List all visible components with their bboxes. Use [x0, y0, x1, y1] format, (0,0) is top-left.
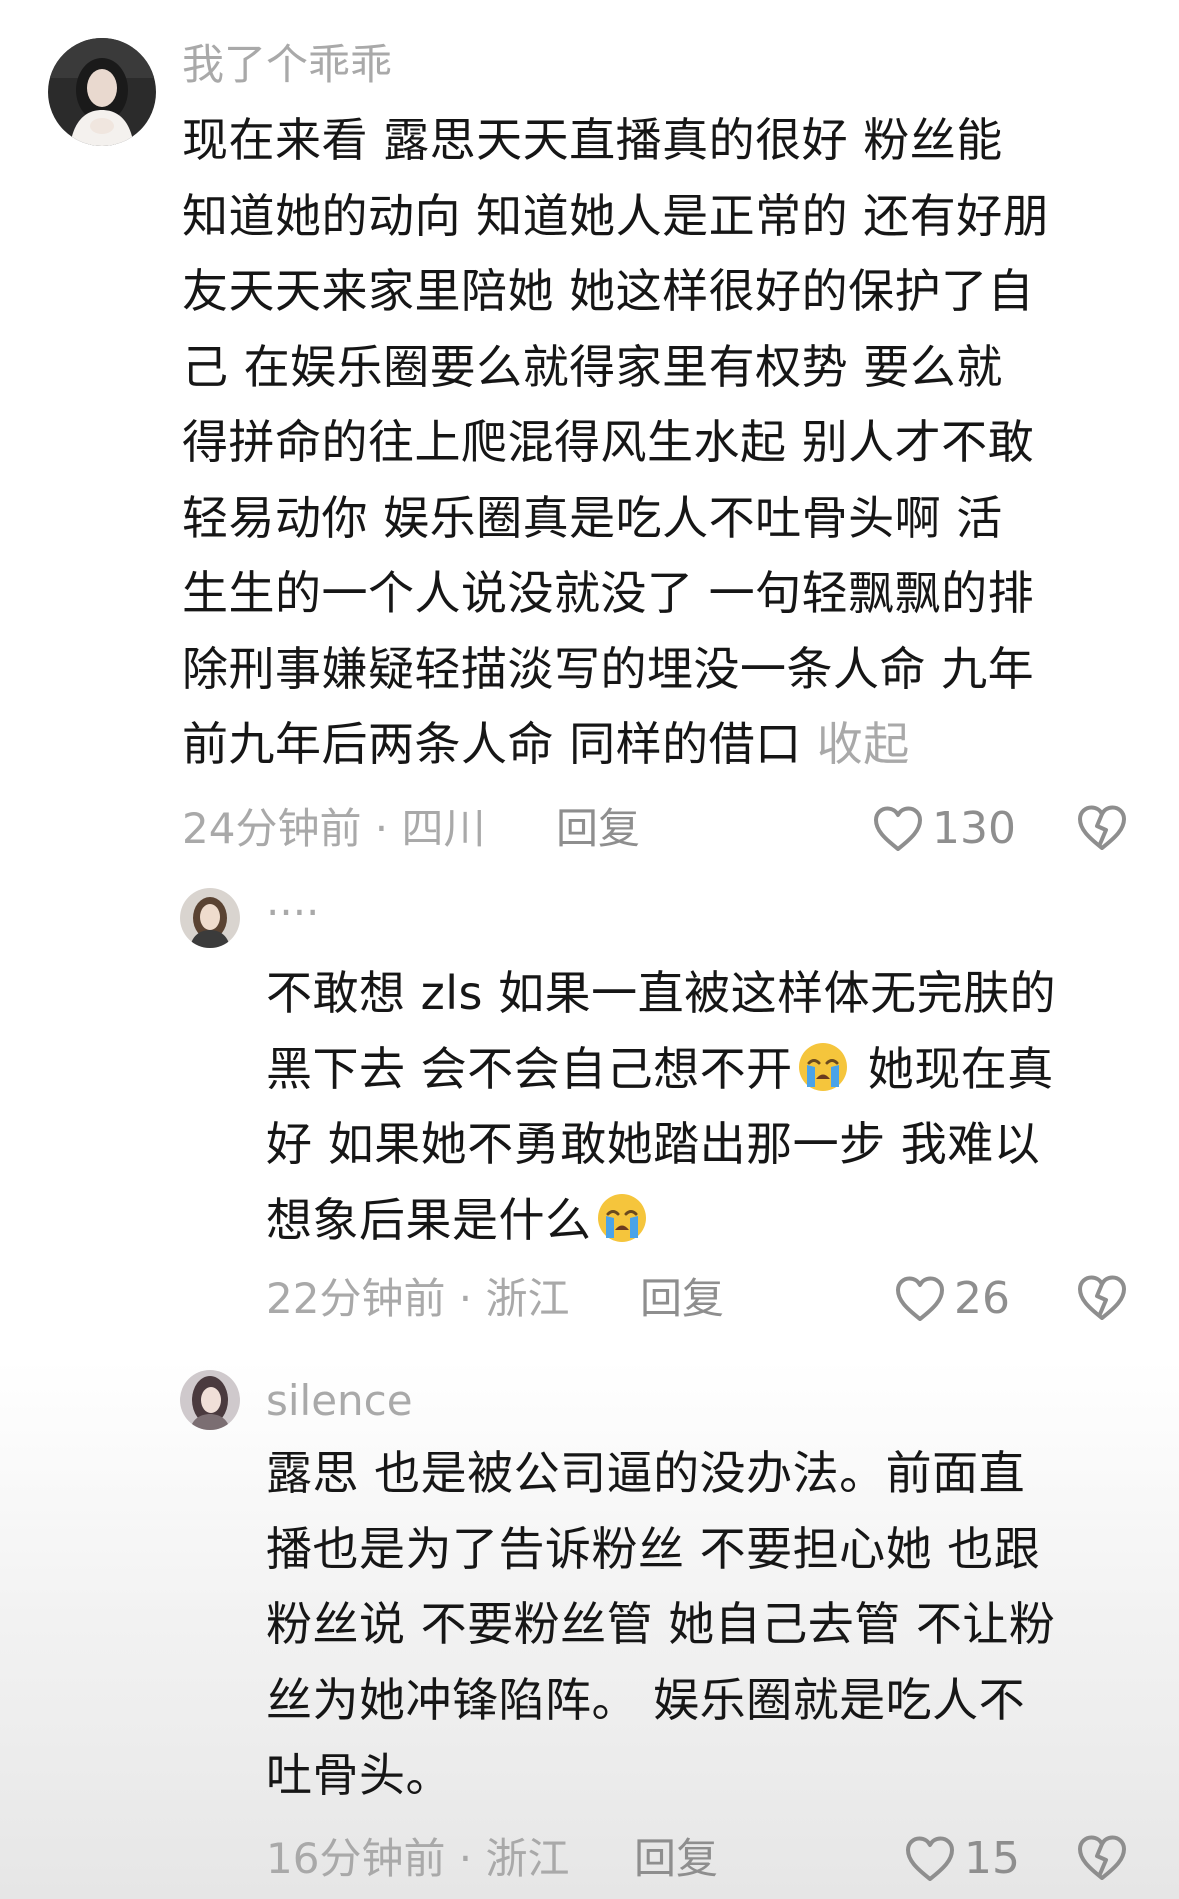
dislike-button[interactable]	[1076, 804, 1128, 856]
comment-text: 现在来看 露思天天直播真的很好 粉丝能 知道她的动向 知道她人是正常的 还有好朋…	[182, 103, 1049, 783]
comment-line: 粉丝说 不要粉丝管 她自己去管 不让粉	[266, 1597, 1056, 1651]
comment-line-text: 前九年后两条人命 同样的借口	[182, 717, 817, 771]
like-count: 15	[964, 1833, 1020, 1884]
reply-button[interactable]: 回复	[556, 802, 640, 856]
comment-time-location: 16分钟前 · 浙江	[266, 1834, 570, 1883]
username[interactable]: silence	[266, 1374, 413, 1428]
comment-line: 现在来看 露思天天直播真的很好 粉丝能	[182, 113, 1003, 167]
avatar[interactable]	[48, 38, 156, 146]
comment-line-text: 黑下去 会不会自己想不开	[266, 1041, 793, 1096]
comment-line: 黑下去 会不会自己想不开 她现在真	[266, 1032, 1056, 1108]
comment-1: 我了个乖乖 现在来看 露思天天直播真的很好 粉丝能 知道她的动向 知道她人是正常…	[0, 0, 1179, 870]
loudly-crying-face-emoji	[798, 1042, 847, 1091]
comment-line: 生生的一个人说没就没了 一句轻飘飘的排	[182, 566, 1035, 620]
comment-line: 除刑事嫌疑轻描淡写的埋没一条人命 九年	[182, 641, 1035, 696]
username[interactable]: 我了个乖乖	[182, 38, 392, 92]
like-count: 26	[954, 1273, 1010, 1324]
comment-line: 露思 也是被公司逼的没办法。前面直	[266, 1446, 1026, 1500]
reply-button[interactable]: 回复	[634, 1832, 718, 1886]
heart-outline-icon	[874, 806, 922, 851]
like-button[interactable]: 15	[904, 1832, 1020, 1886]
comment-2: .... 不敢想 zls 如果一直被这样体无完肤的 黑下去 会不会自己想不开 她…	[0, 870, 1179, 1340]
comment-line: 丝为她冲锋陷阵。 娱乐圈就是吃人不	[266, 1672, 1026, 1727]
dislike-button[interactable]	[1076, 1274, 1128, 1326]
comment-line: 好 如果她不勇敢她踏出那一步 我难以	[266, 1117, 1041, 1171]
like-count: 130	[932, 803, 1016, 854]
comment-line: 轻易动你 娱乐圈真是吃人不吐骨头啊 活	[182, 490, 1003, 545]
heart-outline-icon	[906, 1836, 954, 1881]
comment-line: 己 在娱乐圈要么就得家里有权势 要么就	[182, 339, 1003, 394]
heart-outline-icon	[896, 1276, 944, 1321]
comment-text: 不敢想 zls 如果一直被这样体无完肤的 黑下去 会不会自己想不开 她现在真 好…	[266, 956, 1056, 1258]
comment-line: 知道她的动向 知道她人是正常的 还有好朋	[182, 188, 1050, 243]
avatar[interactable]	[180, 1370, 240, 1430]
comment-3: silence 露思 也是被公司逼的没办法。前面直 播也是为了告诉粉丝 不要担心…	[0, 1340, 1179, 1899]
avatar[interactable]	[180, 888, 240, 948]
like-button[interactable]: 130	[872, 802, 1016, 856]
comment-line: 得拼命的往上爬混得风生水起 别人才不敢	[182, 415, 1035, 469]
comment-line-text: 想象后果是什么	[266, 1192, 592, 1247]
comment-time-location: 22分钟前 · 浙江	[266, 1274, 570, 1323]
like-button[interactable]: 26	[894, 1272, 1010, 1326]
broken-heart-icon	[1078, 1275, 1126, 1320]
comment-line: 吐骨头。	[266, 1748, 452, 1802]
collapse-link[interactable]: 收起	[817, 717, 910, 771]
comment-line: 不敢想 zls 如果一直被这样体无完肤的	[266, 966, 1057, 1020]
comment-line: 播也是为了告诉粉丝 不要担心她 也跟	[266, 1521, 1041, 1576]
comment-text: 露思 也是被公司逼的没办法。前面直 播也是为了告诉粉丝 不要担心她 也跟 粉丝说…	[266, 1436, 1055, 1814]
loudly-crying-face-emoji	[597, 1193, 646, 1242]
username[interactable]: ....	[266, 874, 319, 928]
broken-heart-icon	[1078, 805, 1126, 850]
reply-button[interactable]: 回复	[640, 1272, 724, 1326]
comment-line: 想象后果是什么	[266, 1183, 1056, 1259]
broken-heart-icon	[1078, 1835, 1126, 1880]
comment-line-last: 前九年后两条人命 同样的借口 收起	[182, 707, 1049, 783]
comment-line-text: 她现在真	[852, 1041, 1054, 1096]
comment-line: 友天天来家里陪她 她这样很好的保护了自	[182, 264, 1035, 318]
comment-time-location: 24分钟前 · 四川	[182, 804, 486, 853]
dislike-button[interactable]	[1076, 1834, 1128, 1886]
